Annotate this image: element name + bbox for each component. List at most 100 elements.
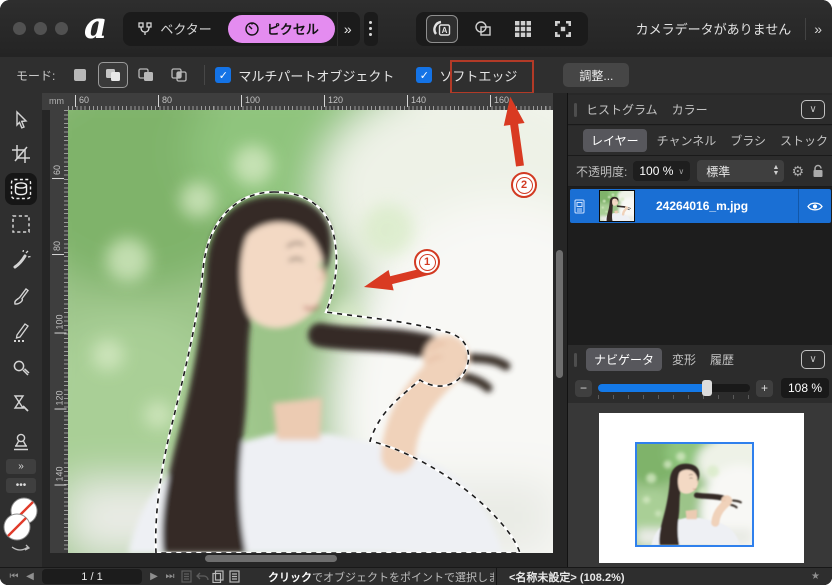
duplicate-page-icon[interactable]	[210, 569, 226, 585]
toolbar-divider	[805, 18, 806, 40]
zoom-value[interactable]: 108 %	[781, 378, 829, 398]
minimize-window-button[interactable]	[34, 22, 47, 35]
tab-brushes[interactable]: ブラシ	[730, 132, 766, 149]
chevron-down-icon[interactable]: ∨	[801, 100, 825, 119]
auto-correct-button[interactable]: A	[426, 15, 458, 43]
chevron-down-icon[interactable]: ∨	[801, 350, 825, 369]
zoom-in-button[interactable]: +	[756, 380, 773, 397]
mode-subtract-icon	[138, 68, 154, 82]
pixel-tool[interactable]	[5, 317, 37, 347]
pages-icon[interactable]	[178, 569, 194, 585]
mode-intersect-icon	[171, 68, 187, 82]
blend-mode-dropdown[interactable]: 標準 ▲▼	[697, 160, 784, 182]
marquee-select-tool[interactable]	[5, 209, 37, 239]
persona-menu-button[interactable]	[364, 12, 378, 46]
affinity-logo: a	[84, 5, 107, 47]
tab-navigator[interactable]: ナビゲータ	[586, 348, 662, 371]
canvas-viewport[interactable]: mm 60 80 100 120 140 160 60 80 100 120 1…	[42, 93, 567, 567]
horizontal-scrollbar[interactable]	[205, 555, 337, 562]
mode-add-button[interactable]	[98, 62, 128, 88]
persona-overflow-button[interactable]: »	[337, 12, 360, 46]
layer-name[interactable]: 24264016_m.jpg	[656, 199, 798, 213]
move-tool[interactable]	[5, 105, 37, 135]
last-page-button[interactable]: ⏭	[162, 569, 178, 585]
window-controls	[13, 22, 68, 35]
mode-intersect-button[interactable]	[164, 62, 194, 88]
previous-page-button[interactable]: ◀	[22, 569, 38, 585]
geometry-operations-button[interactable]	[468, 16, 498, 42]
crop-tool[interactable]	[5, 139, 37, 169]
document-image[interactable]	[68, 110, 553, 553]
burn-tool-icon	[11, 394, 31, 414]
first-page-button[interactable]: ⏮	[6, 569, 22, 585]
panel-drag-handle[interactable]	[574, 353, 577, 367]
layer-row[interactable]: 24264016_m.jpg	[570, 189, 831, 223]
zoom-fit-button[interactable]	[548, 16, 578, 42]
clone-stamp-tool[interactable]	[5, 427, 37, 457]
zoom-out-button[interactable]: −	[575, 380, 592, 397]
navigator-preview[interactable]	[568, 403, 832, 567]
soft-edge-label[interactable]: ソフトエッジ	[439, 66, 517, 85]
mode-new-button[interactable]	[65, 62, 95, 88]
pixel-persona-button[interactable]: ピクセル	[228, 15, 335, 43]
mode-subtract-button[interactable]	[131, 62, 161, 88]
multipart-checkbox[interactable]: ✓	[215, 67, 231, 83]
dodge-brush-tool[interactable]	[5, 353, 37, 383]
quick-tools-group: A	[416, 12, 588, 46]
opacity-value-dropdown[interactable]: 100 % ∨	[633, 161, 690, 181]
navigator-page	[599, 413, 804, 563]
tab-history[interactable]: 履歴	[710, 351, 734, 368]
page-list-icon[interactable]	[226, 569, 242, 585]
navigator-viewport[interactable]	[635, 442, 754, 547]
h-ruler-tick: 140	[407, 95, 426, 107]
toolbox-more-button[interactable]: •••	[6, 478, 36, 493]
close-window-button[interactable]	[13, 22, 26, 35]
page-indicator[interactable]: 1 / 1	[42, 569, 142, 584]
flood-select-tool[interactable]	[5, 245, 37, 275]
layer-thumbnail-image	[600, 191, 634, 221]
panel-drag-handle[interactable]	[574, 103, 577, 117]
gear-icon[interactable]: ⚙	[791, 163, 804, 180]
tab-channels[interactable]: チャンネル	[657, 132, 717, 149]
vector-persona-button[interactable]: ベクター	[123, 12, 225, 46]
layer-thumbnail[interactable]	[600, 191, 634, 221]
context-toolbar: モード:	[0, 57, 832, 94]
fill-stroke-color-well[interactable]	[2, 495, 40, 557]
clone-stamp-tool-icon	[11, 432, 31, 452]
tab-layers[interactable]: レイヤー	[583, 129, 647, 152]
tab-transform[interactable]: 変形	[672, 351, 696, 368]
modified-star-icon: ★	[811, 571, 820, 582]
tab-stock[interactable]: ストック	[780, 132, 828, 149]
expand-icon	[554, 20, 572, 38]
soft-edge-checkbox[interactable]: ✓	[416, 67, 432, 83]
zoom-slider[interactable]	[598, 384, 750, 392]
mode-add-icon	[105, 68, 121, 82]
zoom-slider-handle[interactable]	[702, 380, 712, 396]
tab-histogram[interactable]: ヒストグラム	[586, 101, 658, 118]
h-ruler-tick: 120	[324, 95, 343, 107]
vector-node-icon	[137, 21, 153, 37]
lock-icon[interactable]	[812, 164, 824, 178]
undo-icon[interactable]	[194, 569, 210, 585]
affinity-photo-window: a ベクター ピクセル »	[0, 0, 832, 585]
zoom-window-button[interactable]	[55, 22, 68, 35]
layer-visibility-toggle[interactable]	[798, 189, 831, 223]
context-divider	[204, 65, 205, 85]
burn-brush-tool[interactable]	[5, 389, 37, 419]
layers-panel-header: レイヤー チャンネル ブラシ ストック ∨	[568, 126, 832, 156]
paint-brush-tool[interactable]	[5, 281, 37, 311]
vector-persona-label: ベクター	[160, 19, 211, 38]
status-hint: クリックでオブジェクトをポイントで選択します。ドラッグで	[268, 569, 494, 585]
selection-brush-tool[interactable]	[5, 173, 37, 205]
vertical-scrollbar[interactable]	[556, 250, 563, 378]
dodge-tool-icon	[11, 358, 31, 378]
toolbar-overflow-button[interactable]: »	[814, 21, 822, 37]
next-page-button[interactable]: ▶	[146, 569, 162, 585]
tab-color[interactable]: カラー	[672, 101, 708, 118]
selection-mode-group	[65, 62, 194, 88]
multipart-label[interactable]: マルチパートオブジェクト	[238, 66, 394, 85]
auto-correct-icon: A	[432, 20, 452, 38]
adjust-button[interactable]: 調整...	[563, 63, 629, 87]
arrange-grid-button[interactable]	[508, 16, 538, 42]
toolbox-expand-button[interactable]: »	[6, 459, 36, 474]
